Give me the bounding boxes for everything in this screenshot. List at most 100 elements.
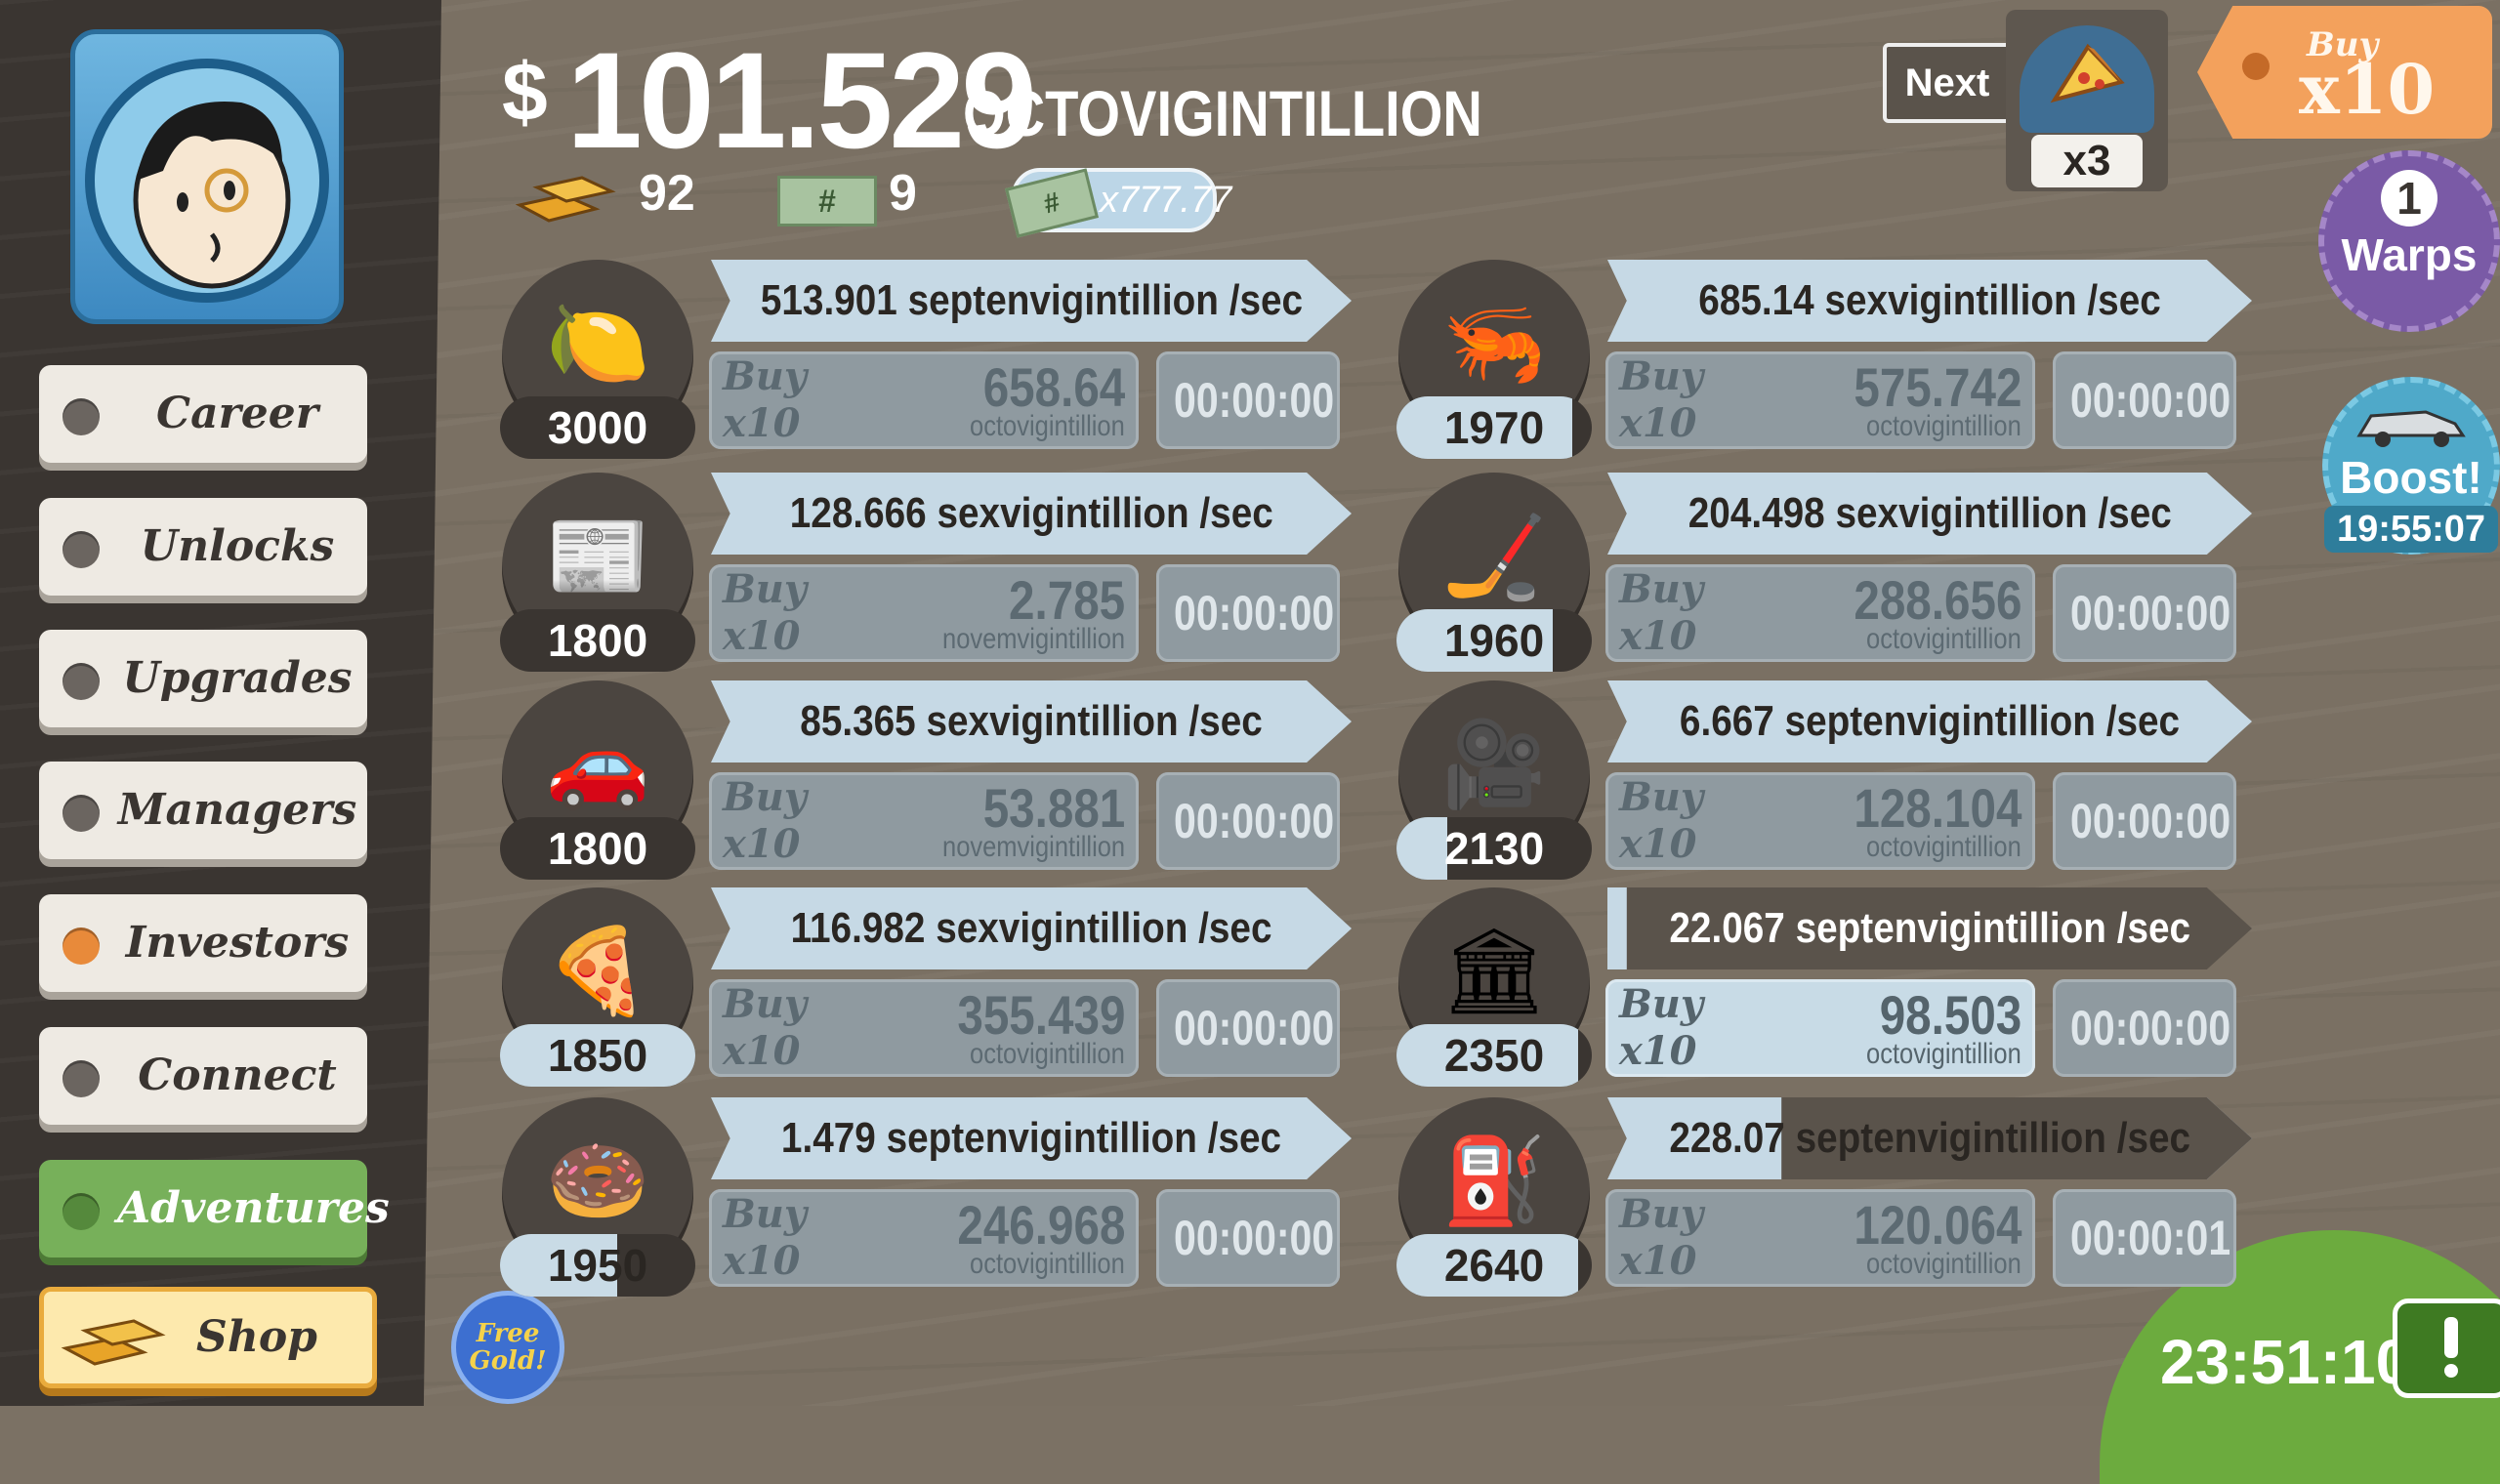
buy-button[interactable]: Buy x10 2.785 novemvigintillion [709, 564, 1139, 662]
shop-button[interactable]: Shop [39, 1287, 377, 1388]
tag-hole [2242, 53, 2270, 80]
income-rate-text: 6.667 septenvigintillion /sec [1679, 697, 2181, 745]
warps-label: Warps [2341, 229, 2478, 280]
upgrades-label: Upgrades [122, 653, 353, 703]
buy-button[interactable]: Buy x10 355.439 octovigintillion [709, 979, 1139, 1077]
buy-quantity: x10 [1619, 613, 1697, 659]
income-rate-text: 685.14 sexvigintillion /sec [1698, 276, 2161, 324]
owned-count-value: 2350 [1443, 1030, 1545, 1081]
production-timer: 00:00:00 [2053, 979, 2236, 1077]
pizza-icon: 🍕 [545, 924, 650, 1018]
buy-quantity: x10 [723, 1028, 801, 1074]
buy-quantity: x10 [723, 821, 801, 867]
managers-label: Managers [117, 785, 357, 835]
income-rate-text: 228.07 septenvigintillion /sec [1669, 1114, 2190, 1162]
income-rate-text: 513.901 septenvigintillion /sec [760, 276, 1303, 324]
buy-cost-unit: octovigintillion [970, 1038, 1125, 1070]
newspaper-icon: 📰 [545, 509, 650, 603]
investors-button[interactable]: Investors [39, 894, 367, 992]
boost-timer: 19:55:07 [2324, 506, 2498, 553]
buy-mode-button[interactable]: Buy x10 [2197, 6, 2492, 139]
buy-cost-unit: novemvigintillion [941, 623, 1125, 655]
owned-count-value: 1960 [1443, 615, 1545, 666]
production-timer-value: 00:00:00 [2070, 1001, 2231, 1055]
gold-count: 92 [639, 165, 695, 222]
buy-button[interactable]: Buy x10 658.64 octovigintillion [709, 351, 1139, 449]
next-button[interactable]: Next [1883, 43, 2012, 123]
multiplier-badge[interactable]: # x777.77 [1004, 168, 1231, 238]
production-timer-value: 00:00:00 [2070, 373, 2231, 428]
production-timer-value: 00:00:00 [2070, 586, 2231, 640]
buy-button[interactable]: Buy x10 128.104 octovigintillion [1605, 772, 2035, 870]
next-label: Next [1904, 62, 1990, 104]
buy-label: Buy [723, 774, 808, 820]
owned-progress-fill [1396, 817, 1447, 880]
buy-quantity: x10 [723, 400, 801, 446]
production-timer-value: 00:00:00 [1174, 1211, 1335, 1265]
production-timer-value: 00:00:00 [1174, 1001, 1335, 1055]
income-rate-text: 85.365 sexvigintillion /sec [800, 697, 1263, 745]
buy-cost-unit: octovigintillion [970, 1248, 1125, 1280]
unlocks-button[interactable]: Unlocks [39, 498, 367, 596]
owned-count: 1850 [500, 1024, 695, 1087]
upgrades-indicator [62, 663, 100, 700]
production-timer: 00:00:00 [2053, 351, 2236, 449]
owned-count: 3000 [500, 396, 695, 459]
income-rate-text: 1.479 septenvigintillion /sec [780, 1114, 1282, 1162]
free-gold-button[interactable]: Free Gold! [451, 1291, 564, 1404]
buy-quantity: x10 [723, 613, 801, 659]
next-unlock-card[interactable]: x3 [2006, 10, 2168, 191]
buy-label: Buy [1619, 353, 1704, 399]
buy-button[interactable]: Buy x10 246.968 octovigintillion [709, 1189, 1139, 1287]
managers-button[interactable]: Managers [39, 762, 367, 859]
managers-indicator [62, 795, 100, 832]
buy-label: Buy [1619, 566, 1704, 612]
income-rate-bar[interactable]: 228.07 septenvigintillion /sec [1607, 1097, 2252, 1179]
buy-button[interactable]: Buy x10 575.742 octovigintillion [1605, 351, 2035, 449]
buy-cost-unit: octovigintillion [1866, 1248, 2021, 1280]
owned-count-value: 2130 [1443, 823, 1545, 874]
connect-button[interactable]: Connect [39, 1027, 367, 1125]
owned-count-value: 1800 [547, 615, 648, 666]
buy-label: Buy [723, 566, 808, 612]
owned-count: 2350 [1396, 1024, 1592, 1087]
production-timer: 00:00:01 [2053, 1189, 2236, 1287]
buy-button[interactable]: Buy x10 120.064 octovigintillion [1605, 1189, 2035, 1287]
career-button[interactable]: Career [39, 365, 367, 463]
shrimp-icon: 🦐 [1441, 296, 1547, 391]
production-timer: 00:00:00 [1156, 772, 1340, 870]
pizza-icon [2050, 43, 2125, 103]
buy-button[interactable]: Buy x10 288.656 octovigintillion [1605, 564, 2035, 662]
buy-button[interactable]: Buy x10 98.503 octovigintillion [1605, 979, 2035, 1077]
next-unlock-frame [2020, 25, 2154, 133]
production-timer-value: 00:00:01 [2070, 1211, 2231, 1265]
production-timer: 00:00:00 [1156, 979, 1340, 1077]
income-rate-bar[interactable]: 85.365 sexvigintillion /sec [711, 680, 1352, 763]
buy-cost-unit: octovigintillion [1866, 831, 2021, 863]
adventures-button[interactable]: Adventures [39, 1160, 390, 1257]
buy-cost-unit: octovigintillion [970, 410, 1125, 442]
buy-label: Buy [723, 981, 808, 1027]
income-rate-bar[interactable]: 513.901 septenvigintillion /sec [711, 260, 1352, 342]
income-rate-bar[interactable]: 128.666 sexvigintillion /sec [711, 473, 1352, 555]
buy-cost-unit: novemvigintillion [941, 831, 1125, 863]
income-rate-bar[interactable]: 204.498 sexvigintillion /sec [1607, 473, 2252, 555]
career-label: Career [156, 389, 318, 438]
income-rate-bar[interactable]: 116.982 sexvigintillion /sec [711, 887, 1352, 969]
income-rate-bar[interactable]: 1.479 septenvigintillion /sec [711, 1097, 1352, 1179]
adventures-label: Adventures [117, 1183, 390, 1233]
buy-button[interactable]: Buy x10 53.881 novemvigintillion [709, 772, 1139, 870]
boost-button[interactable]: Boost! 19:55:07 [2322, 377, 2500, 555]
income-rate-bar[interactable]: 6.667 septenvigintillion /sec [1607, 680, 2252, 763]
megabucks-bill-icon: # [1004, 168, 1100, 238]
car-wash-icon: 🚗 [545, 717, 650, 811]
buy-label: Buy [723, 353, 808, 399]
event-timer: 23:51:10 [2160, 1327, 2411, 1397]
income-rate-bar[interactable]: 22.067 septenvigintillion /sec [1607, 887, 2252, 969]
warps-button[interactable]: 1 Warps [2318, 150, 2500, 332]
adventures-indicator [62, 1193, 100, 1230]
upgrades-button[interactable]: Upgrades [39, 630, 367, 727]
player-avatar[interactable] [70, 29, 344, 324]
income-rate-bar[interactable]: 685.14 sexvigintillion /sec [1607, 260, 2252, 342]
currency-symbol: $ [502, 46, 548, 138]
